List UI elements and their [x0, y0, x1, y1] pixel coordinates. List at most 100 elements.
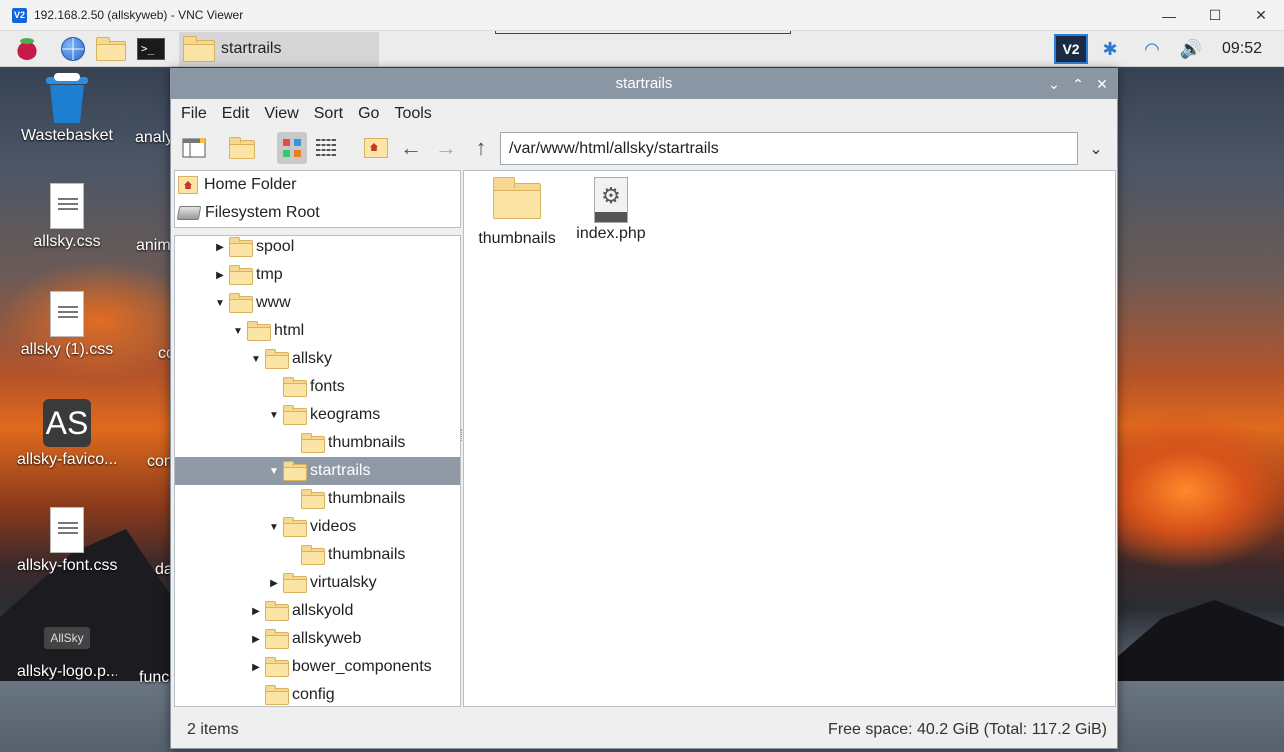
- back-button[interactable]: ←: [396, 132, 426, 164]
- php-file-icon: [594, 177, 628, 223]
- collapsed-arrow-icon[interactable]: ▶: [265, 578, 283, 589]
- up-button[interactable]: ↑: [466, 132, 496, 164]
- raspberry-menu-button[interactable]: [12, 35, 42, 63]
- tree-item-virtualsky[interactable]: ▶ virtualsky: [175, 569, 460, 597]
- tree-item-label: thumbnails: [328, 490, 406, 507]
- menu-file[interactable]: File: [181, 105, 207, 123]
- toggle-sidebar-button[interactable]: [179, 132, 209, 164]
- folder-icon: [283, 405, 307, 425]
- tree-item-www[interactable]: ▼ www: [175, 289, 460, 317]
- menu-sort[interactable]: Sort: [314, 105, 343, 123]
- tree-item-label: keograms: [310, 406, 381, 423]
- collapsed-arrow-icon[interactable]: ▶: [211, 242, 229, 253]
- vnc-close-button[interactable]: ✕: [1238, 0, 1284, 31]
- file-list-pane: thumbnails index.php: [463, 170, 1116, 707]
- home-button[interactable]: [361, 132, 391, 164]
- icon-view-button[interactable]: [277, 132, 307, 164]
- tree-item-thumbnails[interactable]: thumbnails: [175, 485, 460, 513]
- vnc-minimize-button[interactable]: —: [1146, 0, 1192, 31]
- tree-item-tmp[interactable]: ▶ tmp: [175, 261, 460, 289]
- vnc-maximize-button[interactable]: ☐: [1192, 0, 1238, 31]
- desktop-icon-label-partial[interactable]: anim: [136, 237, 170, 255]
- tree-item-html[interactable]: ▼ html: [175, 317, 460, 345]
- expanded-arrow-icon[interactable]: ▼: [211, 298, 229, 309]
- menu-tools[interactable]: Tools: [394, 105, 431, 123]
- collapsed-arrow-icon[interactable]: ▶: [211, 270, 229, 281]
- minimize-button[interactable]: ⌄: [1043, 69, 1065, 99]
- maximize-button[interactable]: ⌃: [1067, 69, 1089, 99]
- desktop-icon-label: allsky-favico...: [17, 451, 117, 468]
- file-manager-launcher-button[interactable]: [96, 35, 126, 63]
- desktop-icon-allsky-css[interactable]: allsky.css: [17, 183, 117, 251]
- tree-item-allsky[interactable]: ▼ allsky: [175, 345, 460, 373]
- file-item-index-php[interactable]: index.php: [566, 177, 656, 243]
- collapsed-arrow-icon[interactable]: ▶: [247, 606, 265, 617]
- expanded-arrow-icon[interactable]: ▼: [265, 466, 283, 477]
- expanded-arrow-icon[interactable]: ▼: [265, 522, 283, 533]
- tree-item-spool[interactable]: ▶ spool: [175, 236, 460, 261]
- text-file-icon: [50, 507, 84, 553]
- place-label: Filesystem Root: [205, 204, 320, 221]
- tree-item-keograms[interactable]: ▼ keograms: [175, 401, 460, 429]
- tree-item-label: allskyweb: [292, 630, 362, 647]
- terminal-launcher-button[interactable]: >_: [136, 35, 166, 63]
- toolbar: ← → ↑ ⌄: [171, 129, 1117, 169]
- new-tab-button[interactable]: [227, 132, 257, 164]
- wifi-icon[interactable]: ◠: [1138, 37, 1166, 61]
- folder-icon: [283, 377, 307, 397]
- tree-item-config[interactable]: config: [175, 681, 460, 706]
- desktop-icon-label: allsky-logo.p...: [17, 663, 117, 680]
- path-input[interactable]: [500, 132, 1078, 165]
- desktop-icon-allsky-favicon[interactable]: AS allsky-favico...: [17, 399, 117, 469]
- desktop-icon-label-partial[interactable]: co: [158, 345, 170, 363]
- expanded-arrow-icon[interactable]: ▼: [229, 326, 247, 337]
- desktop-icon-label: allsky.css: [33, 233, 101, 250]
- tree-item-thumbnails[interactable]: thumbnails: [175, 541, 460, 569]
- folder-icon: [229, 293, 253, 313]
- menu-edit[interactable]: Edit: [222, 105, 250, 123]
- taskbar-window-startrails[interactable]: startrails: [179, 32, 379, 66]
- vnc-server-tray-icon[interactable]: V2: [1054, 34, 1088, 64]
- menu-go[interactable]: Go: [358, 105, 379, 123]
- icon-view-icon: [283, 139, 301, 157]
- forward-button[interactable]: →: [431, 132, 461, 164]
- desktop-icon-allsky-logo[interactable]: AllSky allsky-logo.p...: [17, 615, 117, 681]
- tree-item-thumbnails[interactable]: thumbnails: [175, 429, 460, 457]
- tree-item-allskyold[interactable]: ▶ allskyold: [175, 597, 460, 625]
- file-manager-title-bar[interactable]: startrails ⌄ ⌃ ✕: [171, 69, 1117, 99]
- folder-icon: [283, 461, 307, 481]
- desktop-icon-label-partial[interactable]: func: [139, 669, 170, 687]
- desktop-icon-label-partial[interactable]: da: [155, 561, 170, 579]
- place-home-folder[interactable]: Home Folder: [175, 171, 460, 199]
- list-view-icon: [316, 138, 336, 158]
- expanded-arrow-icon[interactable]: ▼: [265, 410, 283, 421]
- close-button[interactable]: ✕: [1091, 69, 1113, 99]
- clock[interactable]: 09:52: [1222, 40, 1262, 58]
- path-history-dropdown[interactable]: ⌄: [1083, 132, 1109, 165]
- browser-launcher-button[interactable]: [58, 35, 88, 63]
- desktop-icon-allsky-1-css[interactable]: allsky (1).css: [17, 291, 117, 359]
- wastebasket-icon: [46, 73, 88, 123]
- desktop-icon-label-partial[interactable]: analy: [135, 129, 170, 147]
- tree-item-fonts[interactable]: fonts: [175, 373, 460, 401]
- collapsed-arrow-icon[interactable]: ▶: [247, 634, 265, 645]
- menu-view[interactable]: View: [264, 105, 298, 123]
- file-item-label: index.php: [576, 225, 646, 242]
- tree-item-allskyweb[interactable]: ▶ allskyweb: [175, 625, 460, 653]
- desktop-icon-wastebasket[interactable]: Wastebasket: [17, 73, 117, 145]
- volume-icon[interactable]: 🔊: [1176, 37, 1206, 61]
- list-view-button[interactable]: [311, 132, 341, 164]
- tree-item-label: spool: [256, 238, 295, 255]
- expanded-arrow-icon[interactable]: ▼: [247, 354, 265, 365]
- collapsed-arrow-icon[interactable]: ▶: [247, 662, 265, 673]
- bluetooth-icon[interactable]: ✱: [1098, 37, 1122, 61]
- desktop-icon-allsky-font-css[interactable]: allsky-font.css: [17, 507, 117, 575]
- sidebar-icon: [182, 138, 206, 158]
- desktop-icon-label-partial[interactable]: con: [147, 453, 170, 471]
- tree-item-startrails[interactable]: ▼ startrails: [175, 457, 460, 485]
- tree-item-label: allsky: [292, 350, 333, 367]
- tree-item-videos[interactable]: ▼ videos: [175, 513, 460, 541]
- file-item-thumbnails[interactable]: thumbnails: [472, 177, 562, 248]
- tree-item-bower-components[interactable]: ▶ bower_components: [175, 653, 460, 681]
- place-filesystem-root[interactable]: Filesystem Root: [175, 199, 460, 227]
